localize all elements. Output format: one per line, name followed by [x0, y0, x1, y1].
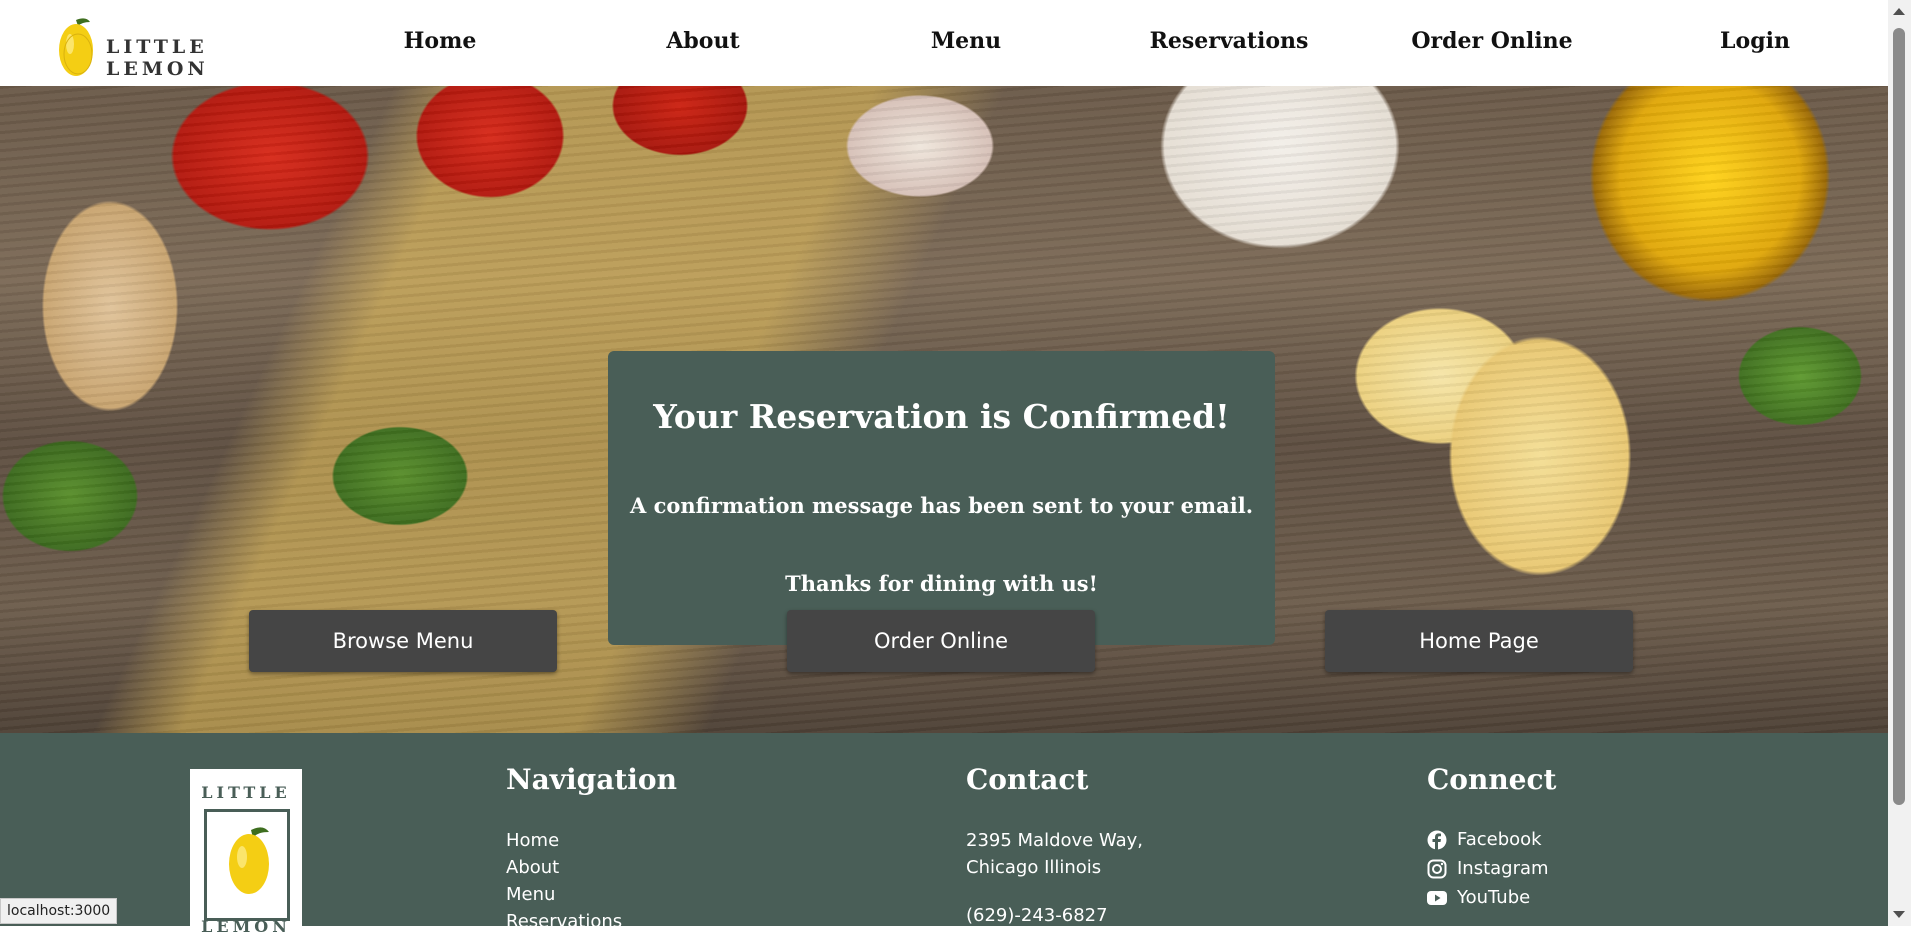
site-header: LITTLE LEMON Home About Menu Reservation… [0, 0, 1888, 86]
contact-phone: (629)-243-6827 [966, 905, 1108, 926]
contact-address-line2: Chicago Illinois [966, 857, 1102, 878]
contact-address-line1: 2395 Maldove Way, [966, 830, 1144, 851]
browse-menu-button[interactable]: Browse Menu [249, 610, 557, 672]
nav-reservations[interactable]: Reservations [1150, 28, 1309, 54]
home-page-button[interactable]: Home Page [1325, 610, 1633, 672]
instagram-icon [1427, 859, 1447, 878]
scroll-up-arrow-icon[interactable] [1893, 8, 1905, 15]
nav-menu[interactable]: Menu [931, 28, 1001, 54]
site-footer: LITTLE LEMON Navigation Home About Menu … [0, 733, 1888, 939]
order-online-button[interactable]: Order Online [787, 610, 1095, 672]
facebook-label: Facebook [1457, 829, 1542, 850]
nav-home[interactable]: Home [404, 28, 477, 54]
footer-link-reservations[interactable]: Reservations [506, 911, 622, 932]
page-scrollbar[interactable] [1888, 0, 1911, 926]
footer-logo-bottom-text: LEMON [201, 917, 291, 936]
scroll-down-arrow-icon[interactable] [1893, 911, 1905, 918]
footer-logo: LITTLE LEMON [190, 769, 302, 939]
lemon-logo-icon [59, 18, 93, 76]
social-facebook-link[interactable]: Facebook [1427, 829, 1542, 850]
logo-text: LITTLE LEMON [106, 36, 209, 80]
footer-link-home[interactable]: Home [506, 830, 559, 851]
link-status-url: localhost:3000 [0, 898, 118, 924]
confirmation-card: Your Reservation is Confirmed! A confirm… [608, 351, 1275, 645]
footer-connect-heading: Connect [1427, 763, 1557, 796]
footer-link-menu[interactable]: Menu [506, 884, 555, 905]
footer-logo-top-text: LITTLE [201, 783, 291, 802]
social-youtube-link[interactable]: YouTube [1427, 887, 1530, 908]
scrollbar-thumb[interactable] [1893, 28, 1905, 805]
footer-navigation-heading: Navigation [506, 763, 677, 796]
youtube-icon [1427, 890, 1447, 905]
lemon-icon [229, 827, 269, 894]
nav-login[interactable]: Login [1720, 28, 1790, 54]
social-instagram-link[interactable]: Instagram [1427, 858, 1549, 879]
nav-about[interactable]: About [666, 28, 739, 54]
footer-logo-frame [204, 809, 290, 921]
footer-link-about[interactable]: About [506, 857, 559, 878]
confirmation-thanks: Thanks for dining with us! [785, 571, 1098, 596]
nav-order-online[interactable]: Order Online [1411, 28, 1572, 54]
confirmation-message: A confirmation message has been sent to … [629, 493, 1254, 518]
instagram-label: Instagram [1457, 858, 1549, 879]
confirmation-title: Your Reservation is Confirmed! [653, 397, 1230, 436]
footer-contact-heading: Contact [966, 763, 1089, 796]
facebook-icon [1427, 830, 1447, 850]
little-lemon-logo[interactable]: LITTLE LEMON [56, 14, 286, 80]
youtube-label: YouTube [1457, 887, 1531, 908]
